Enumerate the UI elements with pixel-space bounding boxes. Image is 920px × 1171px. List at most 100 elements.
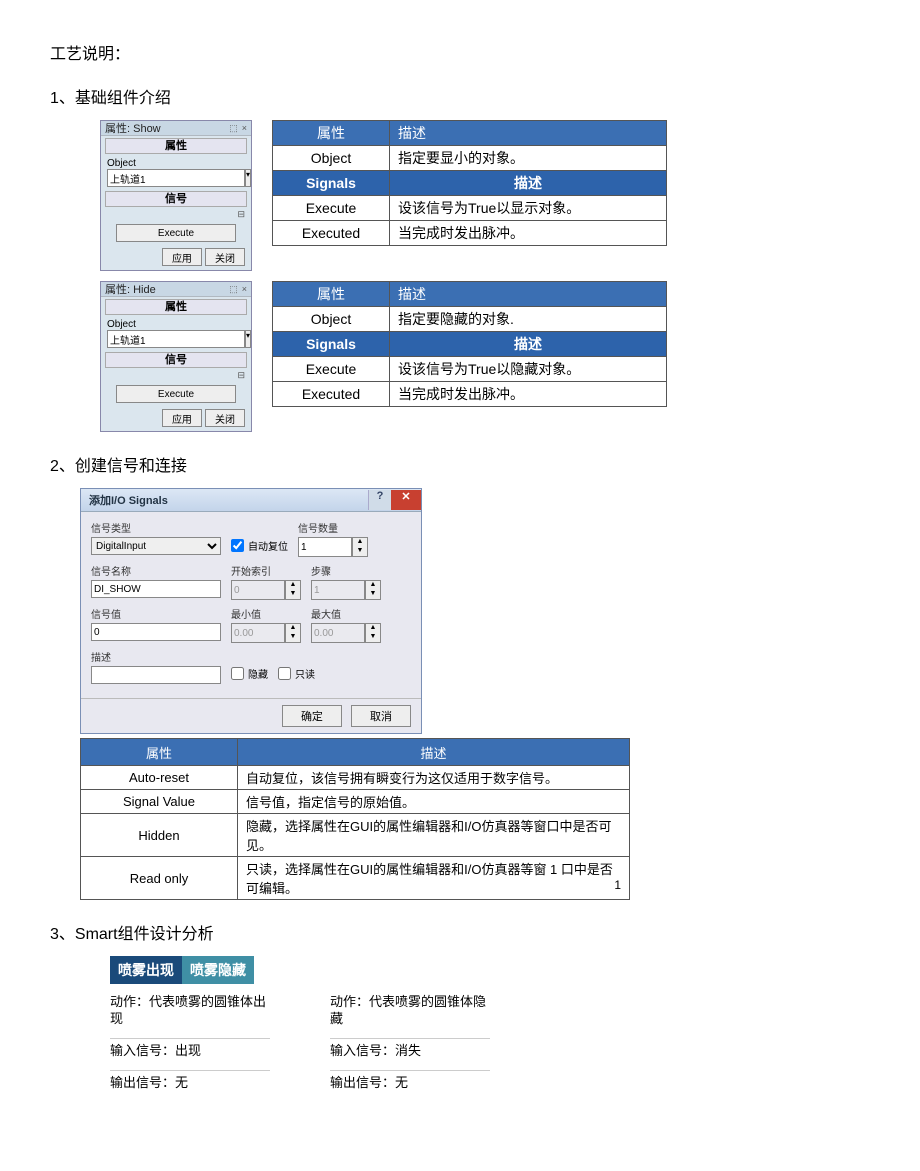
panel-show-controls[interactable]: ⬚× <box>229 123 251 134</box>
table-cell: Execute <box>273 357 390 382</box>
min-label: 最小值 <box>231 606 301 621</box>
type-label: 信号类型 <box>91 520 221 535</box>
auto-reset-checkbox[interactable]: 自动复位 <box>231 534 288 557</box>
count-label: 信号数量 <box>298 520 368 535</box>
table-header: 描述 <box>390 332 667 357</box>
io-signals-dialog: 添加I/O Signals ? ✕ 信号类型 DigitalInput 自动复位… <box>80 488 422 734</box>
spray-hide-col: 动作：代表喷雾的圆锥体隐藏 输入信号：消失 输出信号：无 <box>330 994 490 1102</box>
table-cell: Execute <box>273 196 390 221</box>
max-label: 最大值 <box>311 606 381 621</box>
collapse-icon[interactable]: ⊟ <box>101 370 251 381</box>
table-header: 属性 <box>273 282 390 307</box>
dropdown-icon[interactable]: ▾ <box>245 330 251 348</box>
hidden-checkbox[interactable]: 隐藏 <box>231 663 268 684</box>
action-text: 动作：代表喷雾的圆锥体隐藏 <box>330 994 490 1028</box>
panel-show-apply-button[interactable]: 应用 <box>162 248 202 266</box>
step-input <box>311 580 365 600</box>
page-title: 工艺说明： <box>50 40 870 64</box>
table-cell: 当完成时发出脉冲。 <box>390 382 667 407</box>
section-1-title: 1、基础组件介绍 <box>50 84 870 108</box>
panel-show-sub1: 属性 <box>105 138 247 154</box>
ok-button[interactable]: 确定 <box>282 705 342 727</box>
action-text: 动作：代表喷雾的圆锥体出现 <box>110 994 270 1028</box>
property-table: 属性描述 Auto-reset自动复位，该信号拥有瞬变行为这仅适用于数字信号。 … <box>80 738 630 900</box>
table-header: Signals <box>273 332 390 357</box>
readonly-checkbox[interactable]: 只读 <box>278 663 315 684</box>
start-input <box>231 580 285 600</box>
table-cell: Object <box>273 307 390 332</box>
panel-hide-close-button[interactable]: 关闭 <box>205 409 245 427</box>
step-label: 步骤 <box>311 563 381 578</box>
count-input[interactable] <box>298 537 352 557</box>
panel-hide-controls[interactable]: ⬚× <box>229 284 251 295</box>
tab-show[interactable]: 喷雾出现 <box>110 956 182 984</box>
panel-hide: 属性: Hide ⬚× 属性 Object ▾ 信号 ⊟ Execute 应用 … <box>100 281 252 432</box>
type-select[interactable]: DigitalInput <box>91 537 221 555</box>
panel-show-obj-label: Object <box>107 158 245 169</box>
desc-input[interactable] <box>91 666 221 684</box>
panel-show-sub2: 信号 <box>105 191 247 207</box>
panel-hide-execute-button[interactable]: Execute <box>116 385 236 403</box>
panel-show-title: 属性: Show <box>101 120 229 136</box>
name-label: 信号名称 <box>91 563 221 578</box>
table-cell: 只读，选择属性在GUI的属性编辑器和I/O仿真器等窗 1 口中是否可编辑。1 <box>238 857 630 900</box>
value-label: 信号值 <box>91 606 221 621</box>
table-cell: Object <box>273 146 390 171</box>
spinner-icon: ▲▼ <box>285 623 301 643</box>
table-cell: 隐藏，选择属性在GUI的属性编辑器和I/O仿真器等窗口中是否可见。 <box>238 814 630 857</box>
table-cell: 指定要隐藏的对象. <box>390 307 667 332</box>
table-cell: Executed <box>273 221 390 246</box>
name-input[interactable] <box>91 580 221 598</box>
panel-hide-apply-button[interactable]: 应用 <box>162 409 202 427</box>
table-cell: Executed <box>273 382 390 407</box>
panel-hide-obj-label: Object <box>107 319 245 330</box>
table-header: Signals <box>273 171 390 196</box>
cancel-button[interactable]: 取消 <box>351 705 411 727</box>
value-input[interactable] <box>91 623 221 641</box>
help-icon[interactable]: ? <box>368 490 391 510</box>
spinner-icon: ▲▼ <box>285 580 301 600</box>
smart-tabs: 喷雾出现 喷雾隐藏 动作：代表喷雾的圆锥体出现 输入信号：出现 输出信号：无 动… <box>110 956 870 1102</box>
table-header: 描述 <box>238 739 630 766</box>
start-label: 开始索引 <box>231 563 301 578</box>
table-cell: Hidden <box>81 814 238 857</box>
tab-hide[interactable]: 喷雾隐藏 <box>182 956 254 984</box>
spinner-icon[interactable]: ▲▼ <box>352 537 368 557</box>
table-cell: 当完成时发出脉冲。 <box>390 221 667 246</box>
table-cell: Auto-reset <box>81 766 238 790</box>
table-cell: Read only <box>81 857 238 900</box>
panel-show: 属性: Show ⬚× 属性 Object ▾ 信号 ⊟ Execute 应用 … <box>100 120 252 271</box>
section-3-title: 3、Smart组件设计分析 <box>50 920 870 944</box>
panel-hide-sub2: 信号 <box>105 352 247 368</box>
page-number: 1 <box>614 878 621 892</box>
close-icon[interactable]: ✕ <box>391 490 421 510</box>
panel-hide-obj-input[interactable] <box>107 330 245 348</box>
output-signal-text: 输出信号：无 <box>110 1075 270 1092</box>
table-show: 属性描述 Object指定要显小的对象。 Signals描述 Execute设该… <box>272 120 667 246</box>
dialog-title: 添加I/O Signals <box>81 492 368 508</box>
section-2-title: 2、创建信号和连接 <box>50 452 870 476</box>
table-cell: 设该信号为True以隐藏对象。 <box>390 357 667 382</box>
table-header: 描述 <box>390 282 667 307</box>
table-header: 属性 <box>273 121 390 146</box>
close-icon[interactable]: × <box>242 123 247 134</box>
max-input <box>311 623 365 643</box>
spinner-icon: ▲▼ <box>365 580 381 600</box>
table-hide: 属性描述 Object指定要隐藏的对象. Signals描述 Execute设该… <box>272 281 667 407</box>
dropdown-icon[interactable]: ▾ <box>245 169 251 187</box>
pin-icon[interactable]: ⬚ <box>229 284 238 295</box>
pin-icon[interactable]: ⬚ <box>229 123 238 134</box>
panel-show-execute-button[interactable]: Execute <box>116 224 236 242</box>
table-header: 描述 <box>390 171 667 196</box>
close-icon[interactable]: × <box>242 284 247 295</box>
output-signal-text: 输出信号：无 <box>330 1075 490 1092</box>
collapse-icon[interactable]: ⊟ <box>101 209 251 220</box>
table-cell: 设该信号为True以显示对象。 <box>390 196 667 221</box>
panel-show-obj-input[interactable] <box>107 169 245 187</box>
panel-show-close-button[interactable]: 关闭 <box>205 248 245 266</box>
table-header: 描述 <box>390 121 667 146</box>
input-signal-text: 输入信号：消失 <box>330 1043 490 1060</box>
table-cell: 指定要显小的对象。 <box>390 146 667 171</box>
table-cell: Signal Value <box>81 790 238 814</box>
table-cell: 自动复位，该信号拥有瞬变行为这仅适用于数字信号。 <box>238 766 630 790</box>
